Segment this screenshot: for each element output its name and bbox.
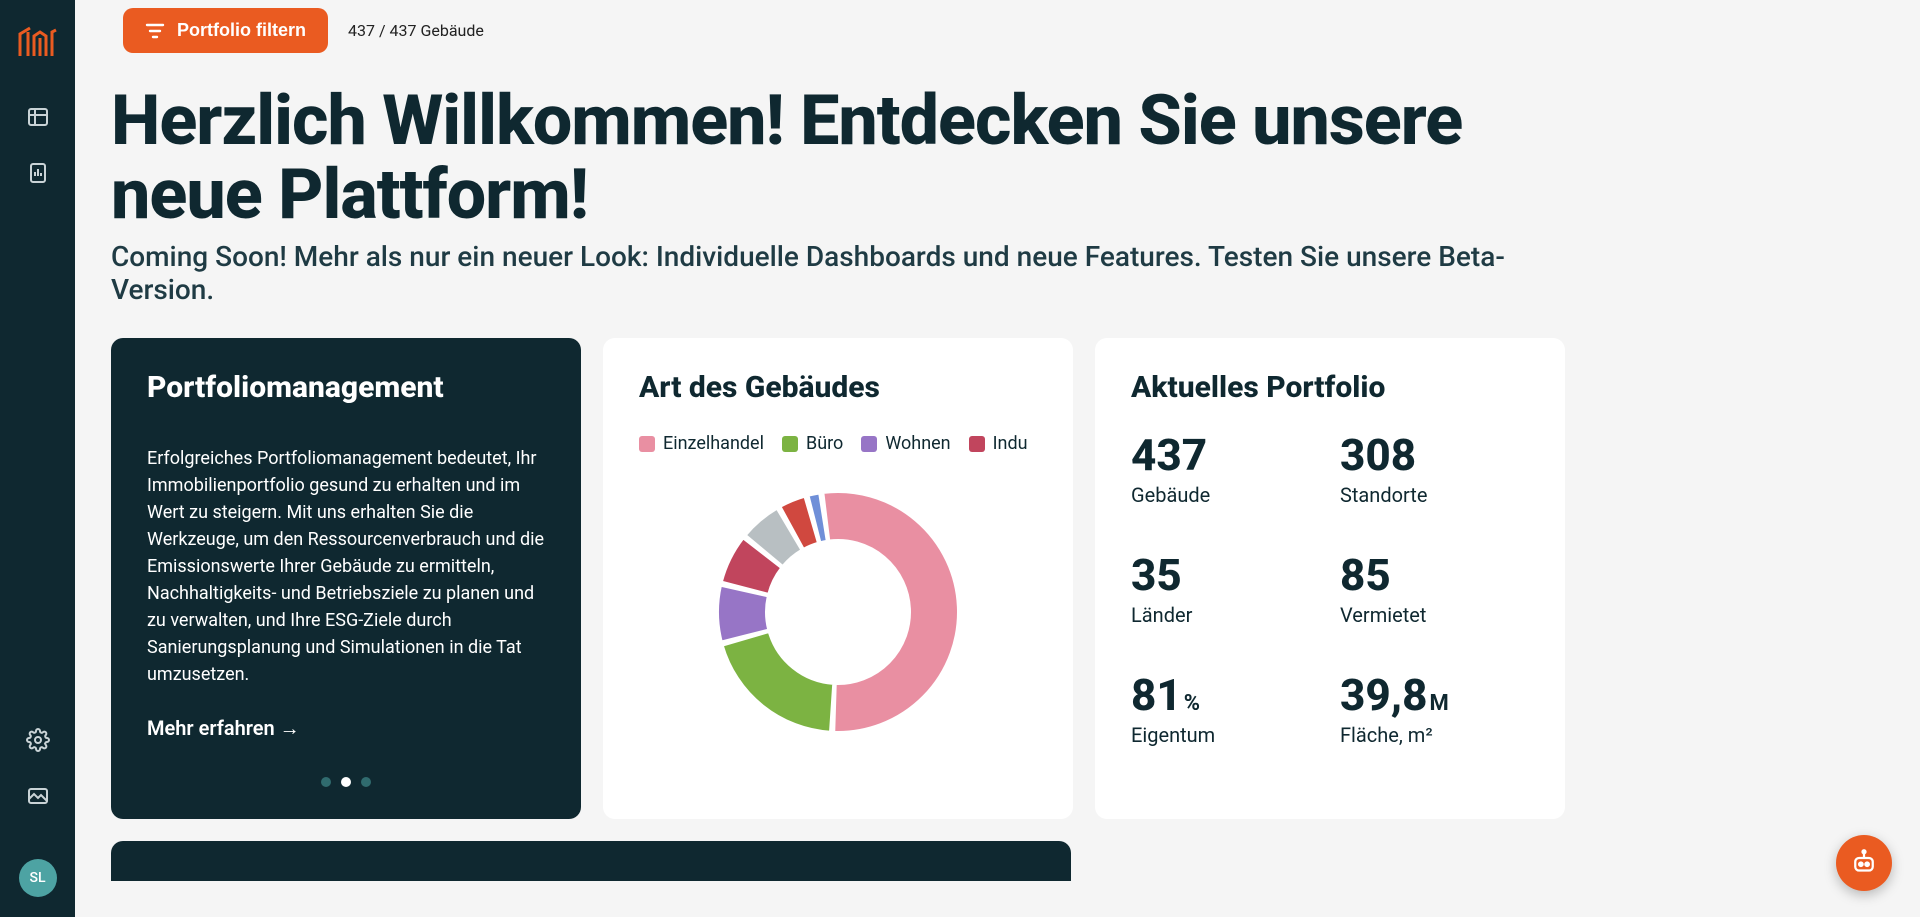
topbar: Portfolio filtern 437 / 437 Gebäude <box>111 0 1589 85</box>
carousel-dots <box>147 777 545 787</box>
avatar-initials: SL <box>29 870 45 886</box>
legend-label: Indu <box>993 433 1028 454</box>
legend-label: Wohnen <box>885 433 950 454</box>
legend-item: Indu <box>969 433 1028 454</box>
stat-item: 81% Eigentum <box>1131 673 1320 747</box>
stat-label: Eigentum <box>1131 723 1320 747</box>
carousel-dot[interactable] <box>361 777 371 787</box>
building-count: 437 / 437 Gebäude <box>348 21 484 40</box>
main-content: Portfolio filtern 437 / 437 Gebäude Herz… <box>75 0 1920 917</box>
robot-icon <box>1849 848 1879 878</box>
card-building-type: Art des Gebäudes Einzelhandel Büro Wohne… <box>603 338 1073 819</box>
card-body: Erfolgreiches Portfoliomanagement bedeut… <box>147 445 545 688</box>
legend-swatch <box>861 436 877 452</box>
brand-logo <box>16 20 60 64</box>
legend-swatch <box>969 436 985 452</box>
card-portfolio-management: Portfoliomanagement Erfolgreiches Portfo… <box>111 338 581 819</box>
stat-value: 81% <box>1131 673 1320 717</box>
legend-swatch <box>782 436 798 452</box>
stat-value: 35 <box>1131 553 1320 597</box>
stat-item: 437 Gebäude <box>1131 433 1320 507</box>
card-title: Portfoliomanagement <box>147 370 545 405</box>
legend-label: Einzelhandel <box>663 433 764 454</box>
cards-grid: Portfoliomanagement Erfolgreiches Portfo… <box>111 338 1589 819</box>
legend-label: Büro <box>806 433 843 454</box>
card-title: Art des Gebäudes <box>639 370 1037 405</box>
table-icon[interactable] <box>25 104 51 130</box>
filter-icon <box>145 22 165 40</box>
stat-value: 308 <box>1340 433 1529 477</box>
carousel-dot[interactable] <box>341 777 351 787</box>
stat-label: Vermietet <box>1340 603 1529 627</box>
report-icon[interactable] <box>25 160 51 186</box>
filter-button[interactable]: Portfolio filtern <box>123 8 328 53</box>
image-icon[interactable] <box>25 783 51 809</box>
stat-item: 39,8M Fläche, m² <box>1340 673 1529 747</box>
stat-unit: % <box>1184 691 1200 716</box>
next-card-peek <box>111 841 1071 881</box>
legend-item: Büro <box>782 433 843 454</box>
card-title: Aktuelles Portfolio <box>1131 370 1529 405</box>
stat-label: Fläche, m² <box>1340 723 1529 747</box>
chatbot-button[interactable] <box>1836 835 1892 891</box>
stat-label: Standorte <box>1340 483 1529 507</box>
legend-item: Einzelhandel <box>639 433 764 454</box>
stat-item: 35 Länder <box>1131 553 1320 627</box>
legend-item: Wohnen <box>861 433 950 454</box>
stat-label: Länder <box>1131 603 1320 627</box>
page-headline: Herzlich Willkommen! Entdecken Sie unser… <box>111 85 1589 232</box>
card-current-portfolio: Aktuelles Portfolio 437 Gebäude 308 Standor… <box>1095 338 1565 819</box>
stat-item: 308 Standorte <box>1340 433 1529 507</box>
donut-slice[interactable] <box>723 632 833 732</box>
stat-item: 85 Vermietet <box>1340 553 1529 627</box>
donut-chart <box>639 482 1037 742</box>
stat-value: 85 <box>1340 553 1529 597</box>
page-subheadline: Coming Soon! Mehr als nur ein neuer Look… <box>111 240 1589 306</box>
filter-button-label: Portfolio filtern <box>177 20 306 41</box>
donut-slice[interactable] <box>823 492 958 732</box>
carousel-dot[interactable] <box>321 777 331 787</box>
avatar[interactable]: SL <box>19 859 57 897</box>
stat-value: 437 <box>1131 433 1320 477</box>
learn-more-link[interactable]: Mehr erfahren → <box>147 716 300 741</box>
donut-slice[interactable] <box>718 586 768 642</box>
legend: Einzelhandel Büro Wohnen Indu ◀ 1/5 ▶ <box>639 433 1037 454</box>
stats-grid: 437 Gebäude 308 Standorte 35 Länder 85 Vermiete… <box>1131 433 1529 747</box>
stat-unit: M <box>1429 691 1448 716</box>
sidebar: SL <box>0 0 75 917</box>
settings-icon[interactable] <box>25 727 51 753</box>
stat-label: Gebäude <box>1131 483 1320 507</box>
stat-value: 39,8M <box>1340 673 1529 717</box>
legend-swatch <box>639 436 655 452</box>
